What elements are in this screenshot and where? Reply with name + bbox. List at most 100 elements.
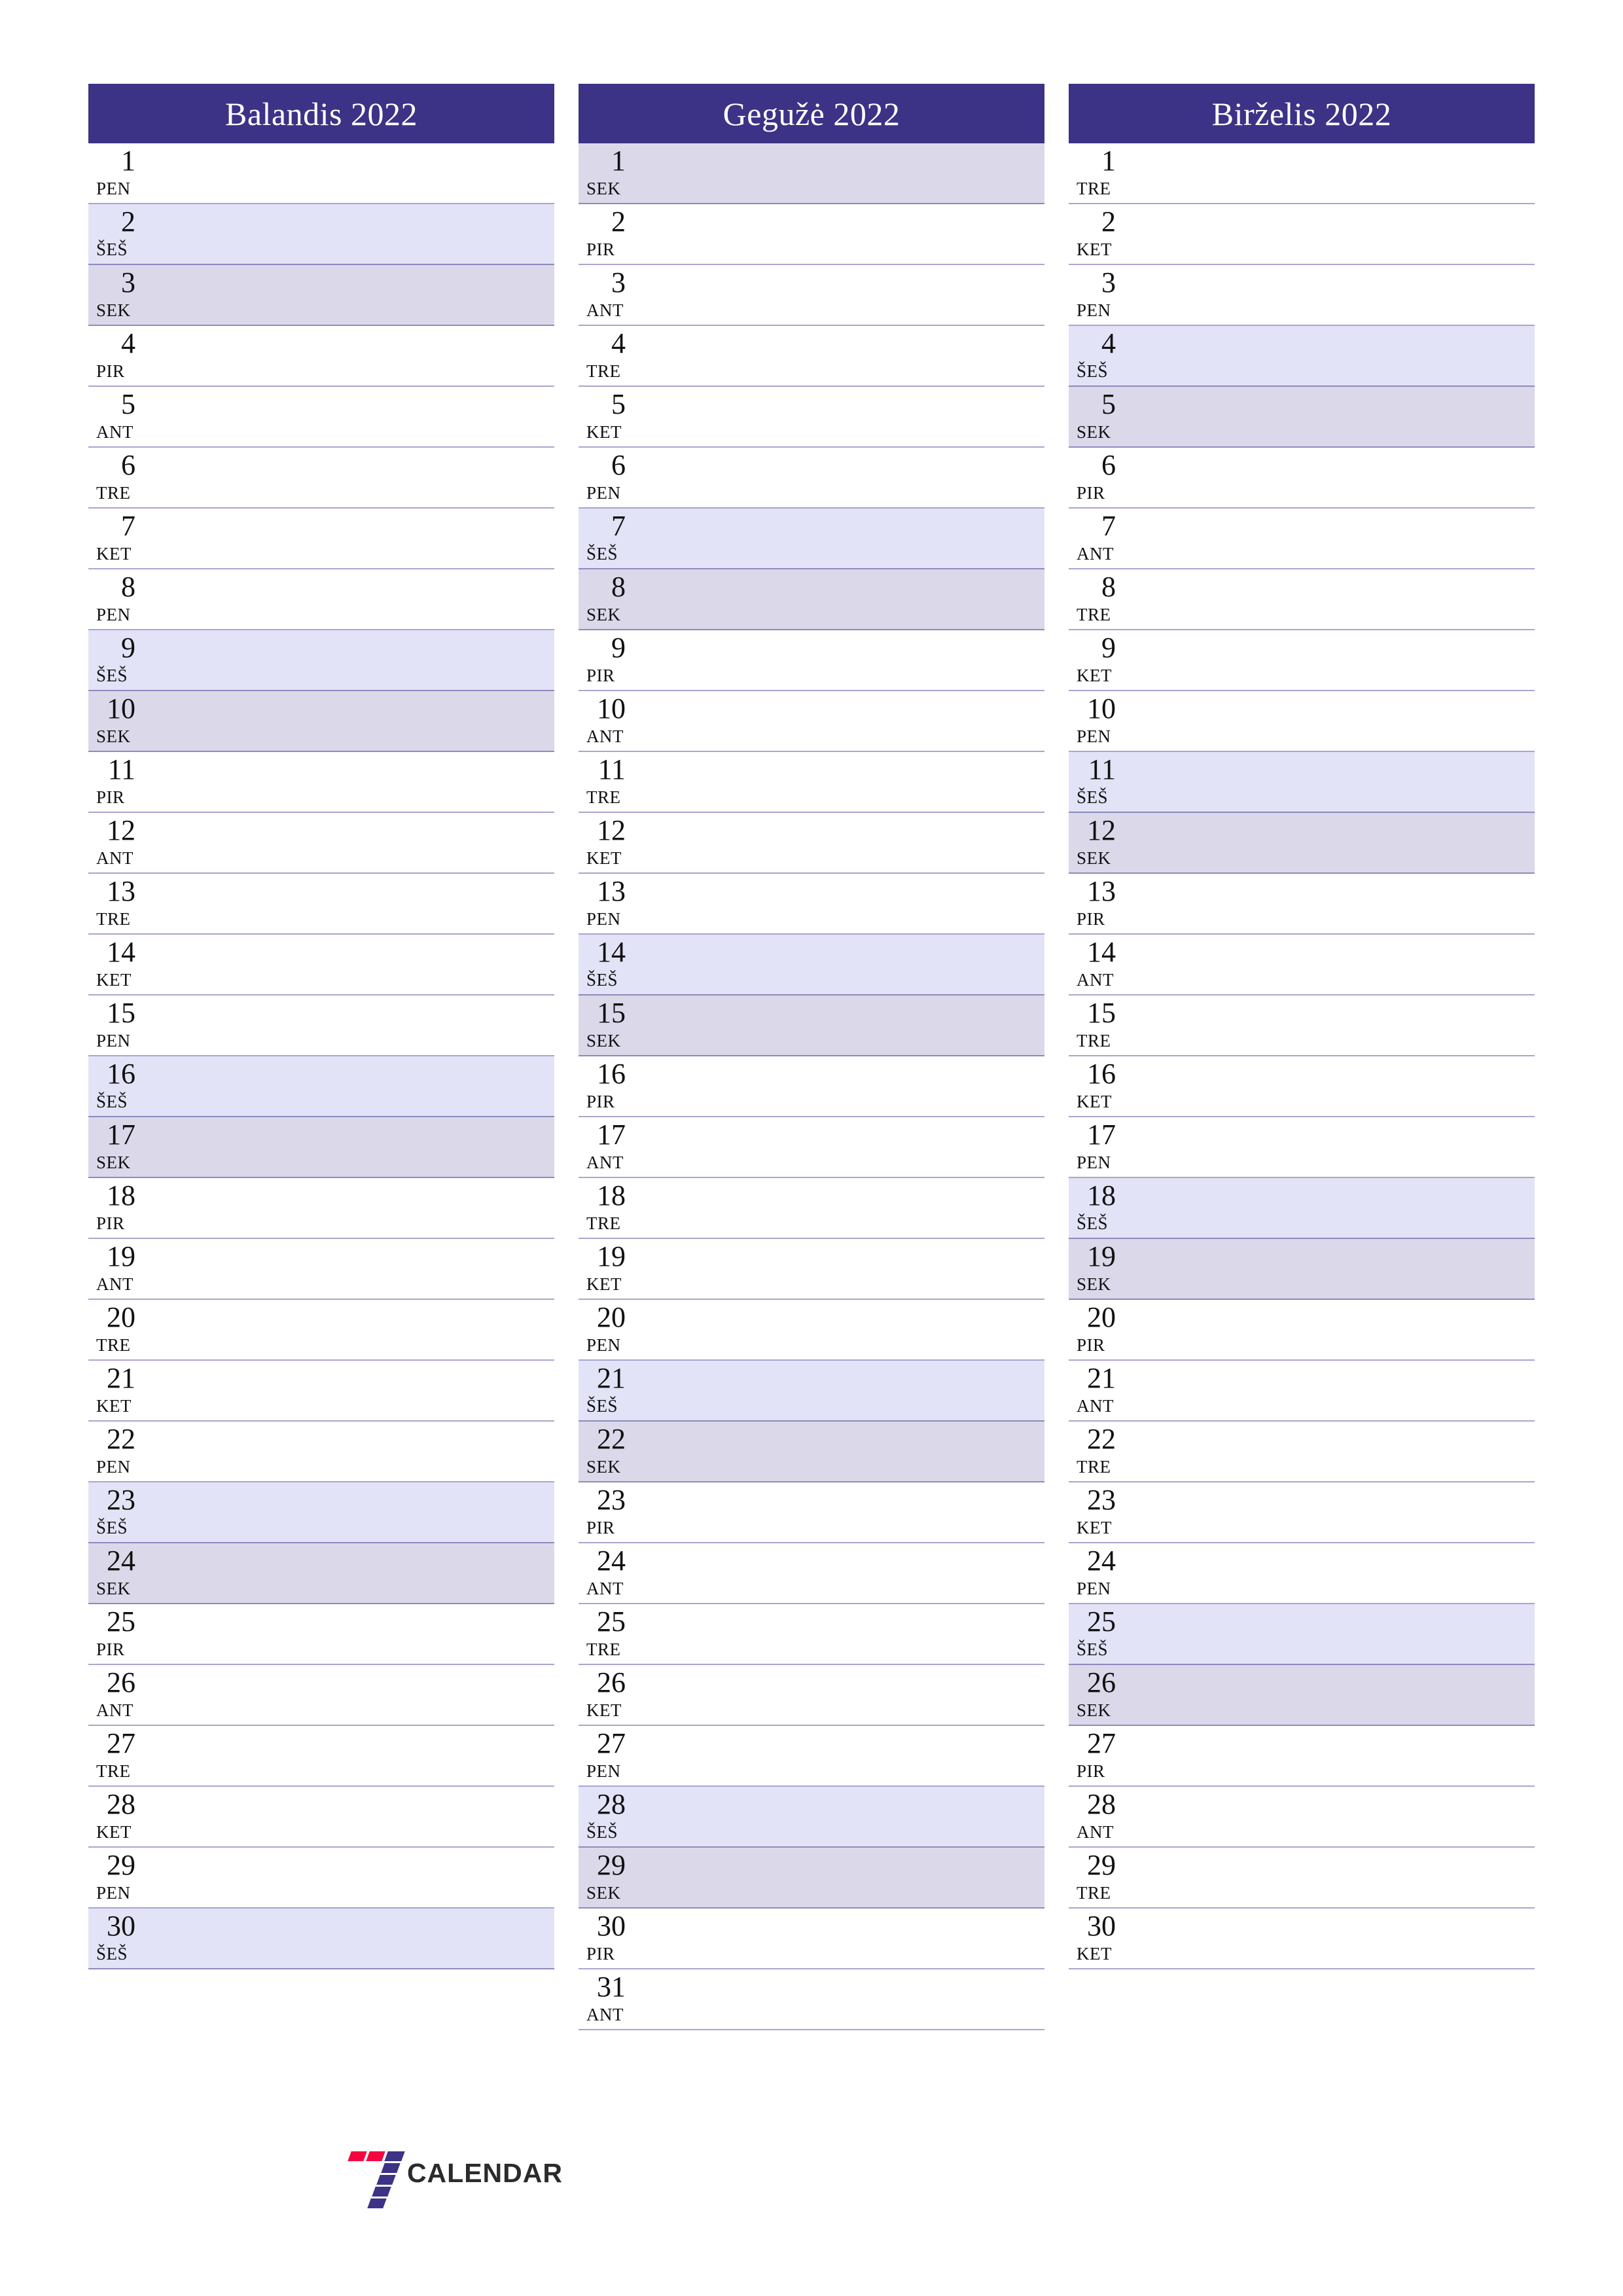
day-note-area[interactable] bbox=[641, 1665, 1044, 1725]
day-row[interactable]: 5 ANT bbox=[88, 387, 554, 448]
day-row[interactable]: 5 KET bbox=[579, 387, 1044, 448]
day-row[interactable]: 23 PIR bbox=[579, 1482, 1044, 1543]
day-note-area[interactable] bbox=[641, 326, 1044, 386]
day-note-area[interactable] bbox=[1132, 1482, 1535, 1542]
day-row[interactable]: 9 KET bbox=[1069, 630, 1535, 691]
day-note-area[interactable] bbox=[151, 448, 554, 507]
day-row[interactable]: 25 PIR bbox=[88, 1604, 554, 1665]
day-note-area[interactable] bbox=[151, 204, 554, 264]
day-note-area[interactable] bbox=[151, 1665, 554, 1725]
day-row[interactable]: 31 ANT bbox=[579, 1969, 1044, 2030]
day-row[interactable]: 6 PIR bbox=[1069, 448, 1535, 509]
day-note-area[interactable] bbox=[641, 874, 1044, 933]
day-row[interactable]: 19 KET bbox=[579, 1239, 1044, 1300]
day-row[interactable]: 22 PEN bbox=[88, 1422, 554, 1482]
day-note-area[interactable] bbox=[1132, 752, 1535, 812]
day-row[interactable]: 20 TRE bbox=[88, 1300, 554, 1361]
day-row[interactable]: 30 KET bbox=[1069, 1909, 1535, 1969]
day-note-area[interactable] bbox=[641, 509, 1044, 568]
day-note-area[interactable] bbox=[641, 1848, 1044, 1907]
day-row[interactable]: 15 PEN bbox=[88, 996, 554, 1056]
day-note-area[interactable] bbox=[151, 1422, 554, 1481]
day-row[interactable]: 29 SEK bbox=[579, 1848, 1044, 1909]
day-row[interactable]: 12 ANT bbox=[88, 813, 554, 874]
day-row[interactable]: 5 SEK bbox=[1069, 387, 1535, 448]
day-note-area[interactable] bbox=[641, 1117, 1044, 1177]
day-note-area[interactable] bbox=[151, 1239, 554, 1299]
day-row[interactable]: 11 ŠEŠ bbox=[1069, 752, 1535, 813]
day-row[interactable]: 22 SEK bbox=[579, 1422, 1044, 1482]
day-note-area[interactable] bbox=[1132, 569, 1535, 629]
day-row[interactable]: 8 SEK bbox=[579, 569, 1044, 630]
day-note-area[interactable] bbox=[641, 813, 1044, 872]
day-note-area[interactable] bbox=[641, 1178, 1044, 1238]
day-row[interactable]: 30 ŠEŠ bbox=[88, 1909, 554, 1969]
day-note-area[interactable] bbox=[641, 1239, 1044, 1299]
day-note-area[interactable] bbox=[641, 1969, 1044, 2029]
day-note-area[interactable] bbox=[151, 326, 554, 386]
day-note-area[interactable] bbox=[1132, 1117, 1535, 1177]
day-note-area[interactable] bbox=[1132, 387, 1535, 446]
day-note-area[interactable] bbox=[1132, 874, 1535, 933]
day-note-area[interactable] bbox=[641, 1909, 1044, 1968]
day-row[interactable]: 28 KET bbox=[88, 1787, 554, 1848]
day-note-area[interactable] bbox=[151, 691, 554, 751]
day-row[interactable]: 7 KET bbox=[88, 509, 554, 569]
day-note-area[interactable] bbox=[641, 204, 1044, 264]
day-note-area[interactable] bbox=[1132, 1909, 1535, 1968]
day-note-area[interactable] bbox=[1132, 1543, 1535, 1603]
day-row[interactable]: 19 ANT bbox=[88, 1239, 554, 1300]
day-note-area[interactable] bbox=[641, 1604, 1044, 1664]
day-row[interactable]: 1 SEK bbox=[579, 143, 1044, 204]
day-row[interactable]: 11 TRE bbox=[579, 752, 1044, 813]
day-row[interactable]: 28 ANT bbox=[1069, 1787, 1535, 1848]
day-note-area[interactable] bbox=[151, 1543, 554, 1603]
day-note-area[interactable] bbox=[641, 996, 1044, 1055]
day-row[interactable]: 20 PEN bbox=[579, 1300, 1044, 1361]
day-note-area[interactable] bbox=[641, 1361, 1044, 1420]
day-row[interactable]: 4 TRE bbox=[579, 326, 1044, 387]
day-note-area[interactable] bbox=[151, 1178, 554, 1238]
day-note-area[interactable] bbox=[1132, 1787, 1535, 1846]
day-note-area[interactable] bbox=[151, 1300, 554, 1359]
day-row[interactable]: 2 KET bbox=[1069, 204, 1535, 265]
day-row[interactable]: 13 PEN bbox=[579, 874, 1044, 935]
day-row[interactable]: 22 TRE bbox=[1069, 1422, 1535, 1482]
day-row[interactable]: 24 ANT bbox=[579, 1543, 1044, 1604]
day-row[interactable]: 7 ŠEŠ bbox=[579, 509, 1044, 569]
day-row[interactable]: 23 ŠEŠ bbox=[88, 1482, 554, 1543]
day-row[interactable]: 27 PEN bbox=[579, 1726, 1044, 1787]
day-note-area[interactable] bbox=[151, 1726, 554, 1785]
day-row[interactable]: 3 PEN bbox=[1069, 265, 1535, 326]
day-note-area[interactable] bbox=[151, 1848, 554, 1907]
day-row[interactable]: 21 KET bbox=[88, 1361, 554, 1422]
day-note-area[interactable] bbox=[151, 935, 554, 994]
day-row[interactable]: 18 TRE bbox=[579, 1178, 1044, 1239]
day-row[interactable]: 17 SEK bbox=[88, 1117, 554, 1178]
day-row[interactable]: 7 ANT bbox=[1069, 509, 1535, 569]
day-row[interactable]: 16 PIR bbox=[579, 1056, 1044, 1117]
day-row[interactable]: 2 ŠEŠ bbox=[88, 204, 554, 265]
day-note-area[interactable] bbox=[1132, 326, 1535, 386]
day-row[interactable]: 14 ŠEŠ bbox=[579, 935, 1044, 996]
day-row[interactable]: 14 ANT bbox=[1069, 935, 1535, 996]
day-row[interactable]: 25 ŠEŠ bbox=[1069, 1604, 1535, 1665]
day-row[interactable]: 9 PIR bbox=[579, 630, 1044, 691]
day-note-area[interactable] bbox=[1132, 448, 1535, 507]
day-note-area[interactable] bbox=[1132, 1056, 1535, 1116]
day-row[interactable]: 15 SEK bbox=[579, 996, 1044, 1056]
day-row[interactable]: 28 ŠEŠ bbox=[579, 1787, 1044, 1848]
day-note-area[interactable] bbox=[1132, 1178, 1535, 1238]
day-note-area[interactable] bbox=[1132, 691, 1535, 751]
day-note-area[interactable] bbox=[641, 935, 1044, 994]
day-row[interactable]: 10 PEN bbox=[1069, 691, 1535, 752]
day-note-area[interactable] bbox=[1132, 1361, 1535, 1420]
day-note-area[interactable] bbox=[151, 265, 554, 325]
day-row[interactable]: 29 TRE bbox=[1069, 1848, 1535, 1909]
day-row[interactable]: 23 KET bbox=[1069, 1482, 1535, 1543]
day-note-area[interactable] bbox=[151, 1056, 554, 1116]
day-row[interactable]: 16 KET bbox=[1069, 1056, 1535, 1117]
day-row[interactable]: 29 PEN bbox=[88, 1848, 554, 1909]
day-note-area[interactable] bbox=[641, 1726, 1044, 1785]
day-note-area[interactable] bbox=[151, 1909, 554, 1968]
